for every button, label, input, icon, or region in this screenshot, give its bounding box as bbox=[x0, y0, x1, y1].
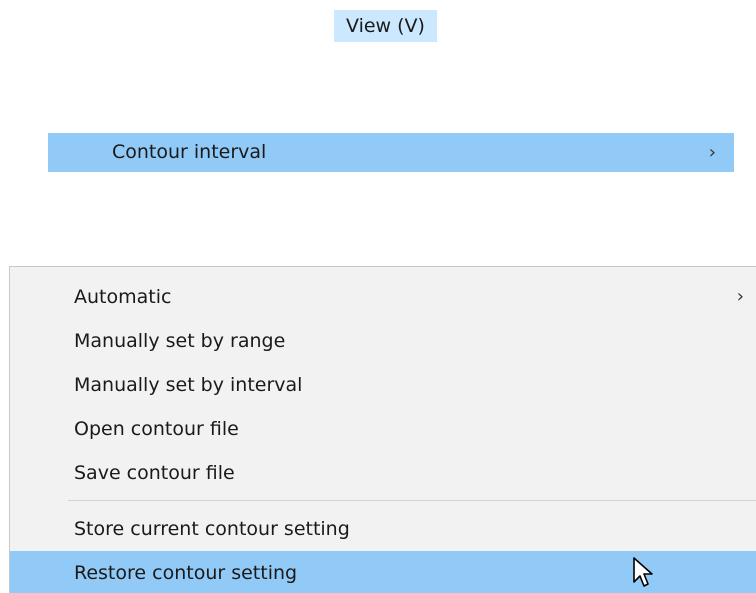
menu-separator bbox=[68, 500, 756, 501]
mouse-pointer-icon bbox=[633, 557, 653, 587]
chevron-right-icon: › bbox=[736, 286, 744, 307]
menu-item-label: Save contour file bbox=[74, 462, 235, 484]
menu-item-label: Automatic bbox=[74, 286, 172, 308]
menu-item-open-contour-file[interactable]: Open contour file bbox=[10, 407, 756, 451]
menu-item-label: Manually set by range bbox=[74, 330, 286, 352]
menu-item-automatic[interactable]: Automatic › bbox=[10, 275, 756, 319]
menu-item-label: Manually set by interval bbox=[74, 374, 303, 396]
menu-item-manually-set-by-range[interactable]: Manually set by range bbox=[10, 319, 756, 363]
menu-item-save-contour-file[interactable]: Save contour file bbox=[10, 451, 756, 495]
menu-item-label: Contour interval bbox=[112, 141, 267, 163]
menu-item-store-current-contour-setting[interactable]: Store current contour setting bbox=[10, 507, 756, 551]
menu-item-label: Open contour file bbox=[74, 418, 239, 440]
menu-item-label: Restore contour setting bbox=[74, 562, 298, 584]
menu-item-contour-interval[interactable]: Contour interval › bbox=[48, 133, 734, 172]
menu-item-label: Store current contour setting bbox=[74, 518, 350, 540]
view-menu[interactable]: View (V) bbox=[334, 10, 437, 42]
screenshot-canvas: View (V) Contour interval › Automatic › … bbox=[0, 0, 756, 593]
chevron-right-icon: › bbox=[708, 142, 716, 163]
menu-item-manually-set-by-interval[interactable]: Manually set by interval bbox=[10, 363, 756, 407]
contour-interval-submenu: Automatic › Manually set by range Manual… bbox=[9, 266, 756, 593]
